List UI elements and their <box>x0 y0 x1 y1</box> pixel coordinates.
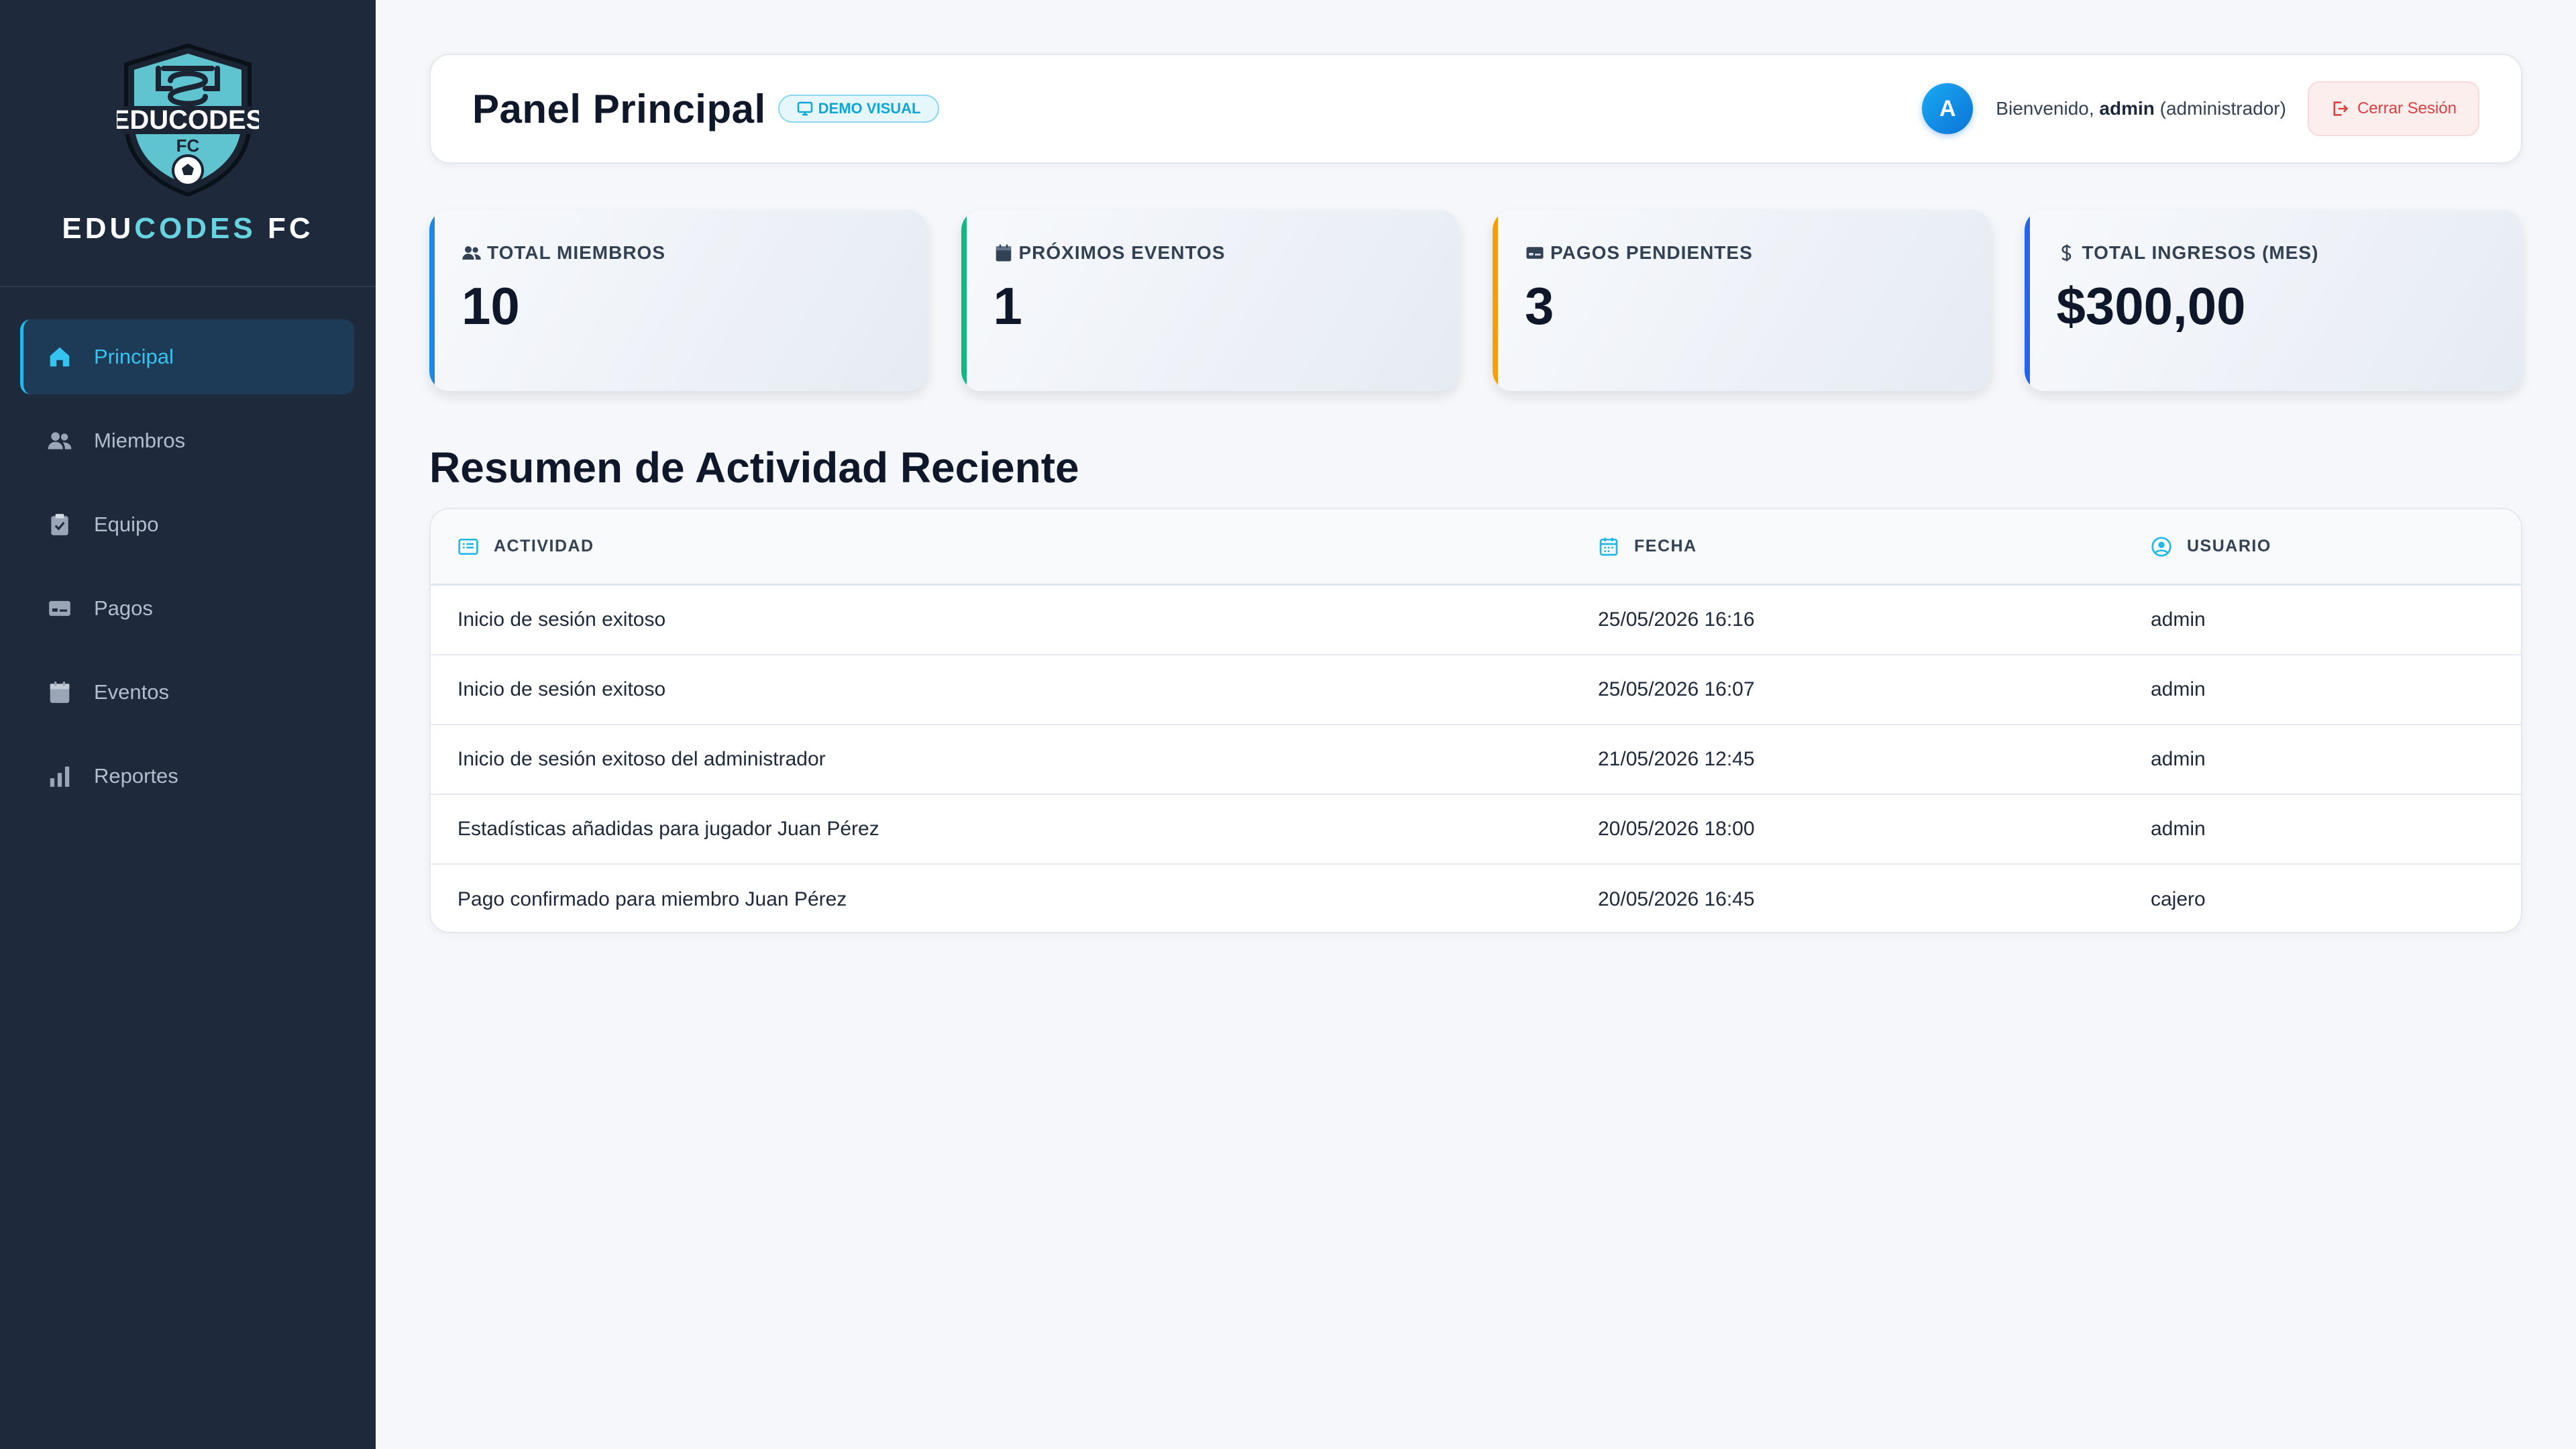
bar-chart-icon <box>46 762 74 790</box>
brand-name: EDUCODES FC <box>62 212 314 245</box>
stat-value: 3 <box>1525 276 1554 335</box>
sidebar-item-label: Equipo <box>94 513 159 536</box>
table-row: Pago confirmado para miembro Juan Pérez … <box>431 865 2521 932</box>
sidebar-item-label: Reportes <box>94 764 178 788</box>
cell-date: 25/05/2026 16:07 <box>1598 678 1755 700</box>
stat-card-pagos-pendientes: PAGOS PENDIENTES 3 <box>1493 210 1991 391</box>
column-header-actividad: ACTIVIDAD <box>431 536 1598 557</box>
cell-user: admin <box>2151 678 2206 700</box>
stat-card-total-ingresos: TOTAL INGRESOS (MES) $300,00 <box>2024 210 2522 391</box>
dollar-icon <box>2061 244 2071 262</box>
column-header-usuario: USUARIO <box>2151 536 2271 557</box>
home-icon <box>46 343 74 371</box>
cell-date: 20/05/2026 18:00 <box>1598 818 1755 840</box>
svg-text:EDUCODES: EDUCODES <box>117 105 259 135</box>
stat-label: PRÓXIMOS EVENTOS <box>1018 242 1226 263</box>
list-icon <box>458 538 478 555</box>
stat-value: 1 <box>993 276 1022 335</box>
cell-user: admin <box>2151 608 2206 631</box>
table-row: Inicio de sesión exitoso 25/05/2026 16:0… <box>431 655 2521 725</box>
cell-user: admin <box>2151 748 2206 770</box>
sidebar-nav: Principal Miembros Equipo Pagos Eventos <box>0 287 376 814</box>
sidebar-item-reportes[interactable]: Reportes <box>20 739 354 814</box>
welcome-text: Bienvenido, admin (administrador) <box>1996 98 2286 119</box>
cell-activity: Inicio de sesión exitoso <box>458 608 666 631</box>
activity-table: ACTIVIDAD FECHA USUARIO Inicio de sesión… <box>429 508 2522 933</box>
money-icon <box>46 594 74 623</box>
stat-value: $300,00 <box>2056 276 2246 335</box>
cell-user: admin <box>2151 818 2206 840</box>
cell-activity: Pago confirmado para miembro Juan Pérez <box>458 888 847 910</box>
cell-user: cajero <box>2151 888 2206 910</box>
cell-date: 21/05/2026 12:45 <box>1598 748 1755 770</box>
demo-badge: DEMO VISUAL <box>777 95 940 123</box>
stat-value: 10 <box>462 276 520 335</box>
sidebar-item-eventos[interactable]: Eventos <box>20 655 354 730</box>
brand-area: EDUCODES FC EDUCODES FC <box>0 0 376 287</box>
users-icon <box>46 427 74 455</box>
table-header: ACTIVIDAD FECHA USUARIO <box>431 509 2521 586</box>
cell-activity: Inicio de sesión exitoso <box>458 678 666 700</box>
cell-date: 20/05/2026 16:45 <box>1598 888 1755 910</box>
money-icon <box>1526 247 1544 259</box>
top-header: Panel Principal DEMO VISUAL A Bienvenido… <box>429 54 2522 164</box>
sidebar-item-label: Principal <box>94 345 174 368</box>
sidebar-item-pagos[interactable]: Pagos <box>20 571 354 646</box>
clipboard-icon <box>46 511 74 539</box>
stat-label: TOTAL MIEMBROS <box>487 242 665 263</box>
sidebar-item-label: Miembros <box>94 429 186 452</box>
sidebar-item-equipo[interactable]: Equipo <box>20 487 354 562</box>
calendar-icon <box>46 678 74 706</box>
sidebar-item-miembros[interactable]: Miembros <box>20 403 354 478</box>
svg-text:FC: FC <box>176 136 200 156</box>
logout-button[interactable]: Cerrar Sesión <box>2307 81 2479 136</box>
cell-date: 25/05/2026 16:16 <box>1598 608 1755 631</box>
column-header-fecha: FECHA <box>1598 536 2151 557</box>
stat-label: TOTAL INGRESOS (MES) <box>2082 242 2319 263</box>
calendar-icon <box>996 244 1011 262</box>
section-title: Resumen de Actividad Reciente <box>429 443 1079 492</box>
monitor-icon <box>797 101 812 116</box>
table-row: Inicio de sesión exitoso del administrad… <box>431 725 2521 795</box>
cell-activity: Estadísticas añadidas para jugador Juan … <box>458 818 879 840</box>
stat-card-proximos-eventos: PRÓXIMOS EVENTOS 1 <box>961 210 1459 391</box>
users-icon <box>462 246 481 260</box>
sidebar: EDUCODES FC EDUCODES FC Principal Miembr… <box>0 0 376 1449</box>
table-row: Inicio de sesión exitoso 25/05/2026 16:1… <box>431 586 2521 655</box>
table-row: Estadísticas añadidas para jugador Juan … <box>431 795 2521 865</box>
stat-card-total-miembros: TOTAL MIEMBROS 10 <box>429 210 928 391</box>
logout-icon <box>2333 101 2349 116</box>
user-circle-icon <box>2151 536 2171 557</box>
cell-activity: Inicio de sesión exitoso del administrad… <box>458 748 826 770</box>
stats-row: TOTAL MIEMBROS 10 PRÓXIMOS EVENTOS 1 PAG… <box>429 210 2522 391</box>
stat-label: PAGOS PENDIENTES <box>1550 242 1753 263</box>
sidebar-item-principal[interactable]: Principal <box>20 319 354 394</box>
user-area: A Bienvenido, admin (administrador) Cerr… <box>1922 81 2479 136</box>
sidebar-item-label: Eventos <box>94 680 170 704</box>
club-logo[interactable]: EDUCODES FC <box>117 42 259 197</box>
avatar[interactable]: A <box>1922 83 1974 134</box>
sidebar-item-label: Pagos <box>94 596 153 620</box>
page-title: Panel Principal <box>472 86 766 131</box>
calendar-icon <box>1599 537 1618 555</box>
